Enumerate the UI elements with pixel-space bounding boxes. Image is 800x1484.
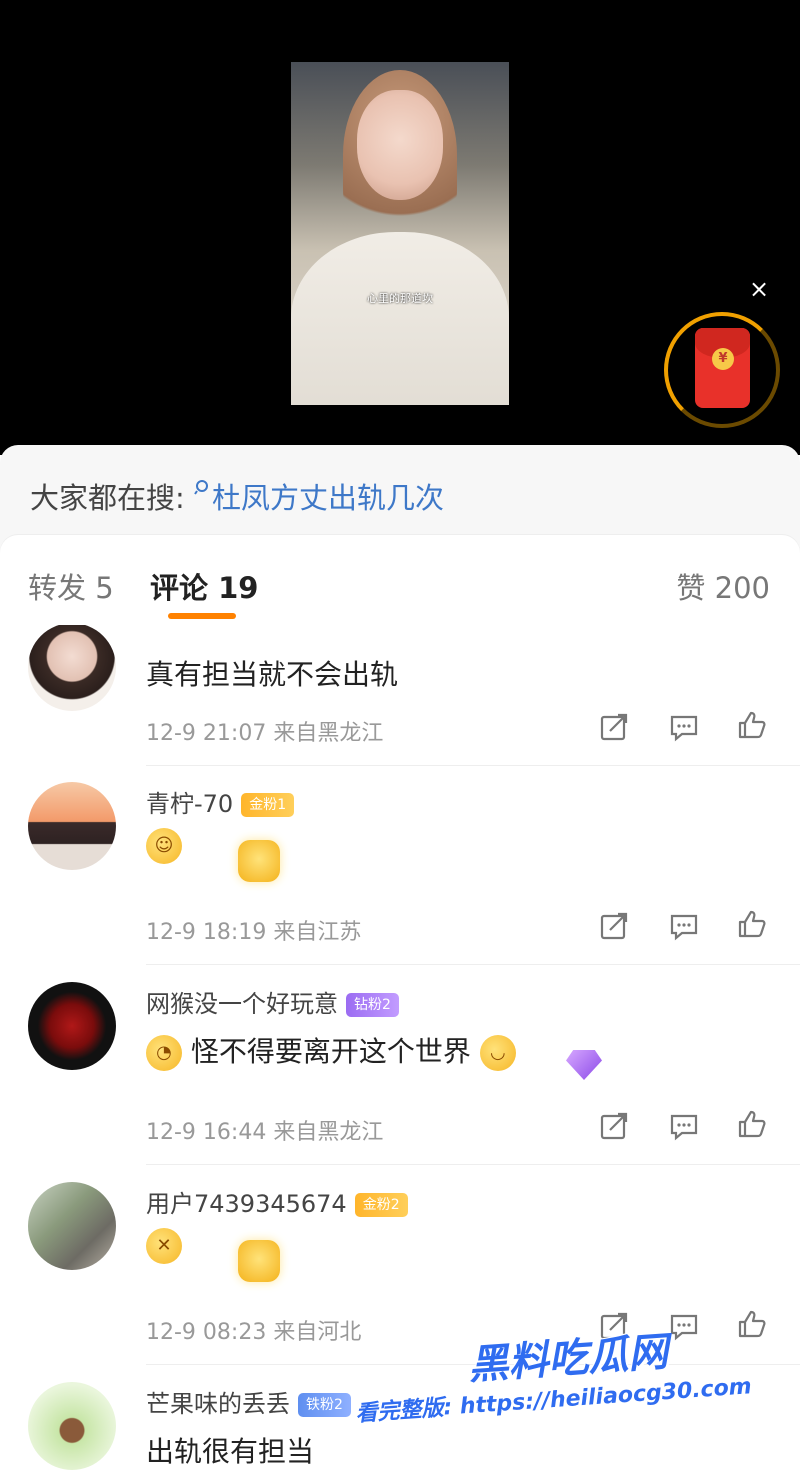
- author-name[interactable]: 网猴没一个好玩意: [146, 990, 338, 1018]
- tab-likes[interactable]: 赞 200: [676, 565, 770, 607]
- comment-text-row: ◔ 怪不得要离开这个世界 ◡: [146, 1030, 516, 1071]
- divider: [146, 964, 800, 965]
- reply-icon[interactable]: [668, 711, 700, 743]
- comment-list[interactable]: 真有担当就不会出轨 12-9 21:07 来自黑龙江 青柠-70 金粉1 ☺ 12…: [0, 625, 800, 1484]
- divider: [146, 765, 800, 766]
- video-player[interactable]: 心里的那道坎 × ¥: [0, 0, 800, 455]
- search-hint-text[interactable]: 大家都在搜: 杜凤方丈出轨几次: [30, 475, 444, 517]
- divider: [146, 1164, 800, 1165]
- video-face-shape: [357, 90, 443, 200]
- comment-author[interactable]: 芒果味的丢丢 铁粉2: [146, 1384, 351, 1419]
- like-icon[interactable]: [736, 709, 768, 741]
- video-frame[interactable]: 心里的那道坎: [291, 62, 509, 405]
- comment-meta: 12-9 16:44 来自黑龙江: [146, 1120, 384, 1145]
- avatar[interactable]: [28, 1182, 116, 1270]
- redpacket-coin: ¥: [712, 348, 734, 370]
- tab-comments[interactable]: 评论 19: [150, 565, 258, 607]
- emoji-roll-eyes-icon: ◔: [146, 1035, 182, 1071]
- comment-author[interactable]: 用户7439345674 金粉2: [146, 1184, 408, 1219]
- share-icon[interactable]: [598, 711, 630, 743]
- reply-icon[interactable]: [668, 1310, 700, 1342]
- video-shirt-shape: [291, 232, 509, 405]
- comment-text: 出轨很有担当: [146, 1435, 315, 1468]
- like-icon[interactable]: [736, 908, 768, 940]
- tab-bar: 转发 5 评论 19 赞 200: [0, 535, 800, 625]
- comment-meta: 12-9 18:19 来自江苏: [146, 920, 362, 945]
- emoji-sweat-icon: ◡: [479, 1035, 516, 1071]
- comment-meta: 12-9 08:23 来自河北: [146, 1320, 362, 1345]
- emoji-crying-icon: ✕: [146, 1228, 182, 1264]
- author-name[interactable]: 青柠-70: [146, 790, 233, 818]
- emoji-hug-icon: ☺: [146, 828, 182, 864]
- comment-author[interactable]: 青柠-70 金粉1: [146, 784, 295, 819]
- fan-badge[interactable]: 铁粉2: [298, 1393, 351, 1417]
- diamond-sticker-icon: [566, 1050, 602, 1080]
- fan-badge[interactable]: 金粉2: [354, 1193, 408, 1217]
- comment-text: 怪不得要离开这个世界: [190, 1035, 471, 1068]
- emoji-row: ☺: [146, 828, 182, 864]
- active-tab-indicator: [168, 613, 236, 619]
- like-icon[interactable]: [736, 1108, 768, 1140]
- reply-icon[interactable]: [668, 1110, 700, 1142]
- fan-badge[interactable]: 金粉1: [241, 793, 295, 817]
- avatar[interactable]: [28, 982, 116, 1070]
- emoji-row: ✕: [146, 1228, 182, 1264]
- search-hint-prefix: 大家都在搜:: [30, 481, 194, 515]
- avatar[interactable]: [28, 1382, 116, 1470]
- search-icon: [194, 480, 208, 495]
- search-hint-keyword[interactable]: 杜凤方丈出轨几次: [212, 481, 444, 515]
- author-name[interactable]: 芒果味的丢丢: [146, 1390, 290, 1418]
- like-icon[interactable]: [736, 1308, 768, 1340]
- avatar[interactable]: [28, 782, 116, 870]
- tab-repost[interactable]: 转发 5: [28, 565, 114, 607]
- fan-badge[interactable]: 钻粉2: [346, 993, 399, 1017]
- share-icon[interactable]: [598, 910, 630, 942]
- reply-icon[interactable]: [668, 910, 700, 942]
- author-name[interactable]: 用户7439345674: [146, 1190, 347, 1218]
- share-icon[interactable]: [598, 1110, 630, 1142]
- comment-text: 真有担当就不会出轨: [146, 658, 399, 691]
- gold-sticker-icon: [238, 1240, 280, 1282]
- gold-sticker-icon: [238, 840, 280, 882]
- redpacket-icon[interactable]: ¥: [695, 328, 750, 408]
- comment-author[interactable]: 网猴没一个好玩意 钻粉2: [146, 984, 399, 1019]
- comment-meta: 12-9 21:07 来自黑龙江: [146, 721, 384, 746]
- avatar[interactable]: [28, 625, 116, 711]
- video-caption: 心里的那道坎: [367, 292, 433, 305]
- close-icon[interactable]: ×: [746, 276, 772, 302]
